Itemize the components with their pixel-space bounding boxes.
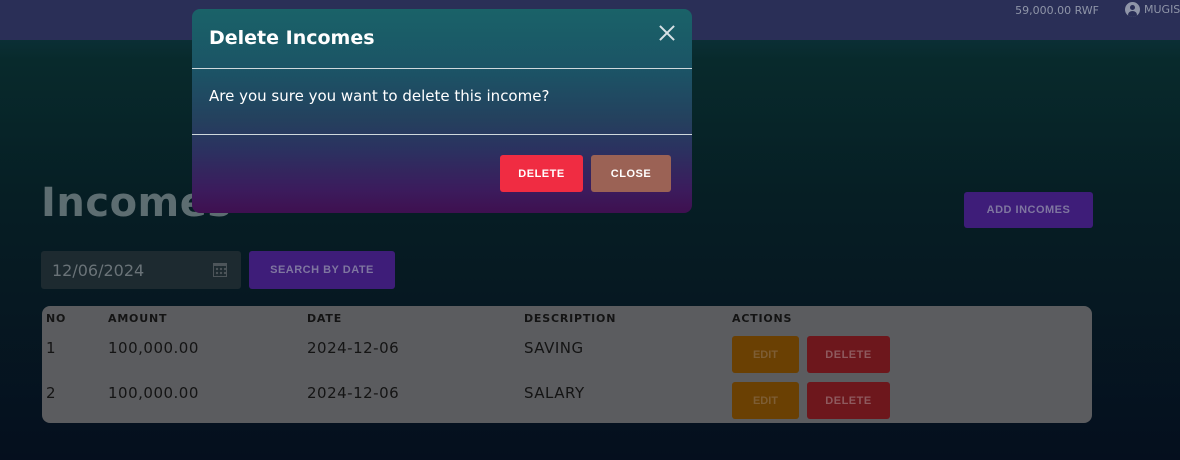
modal-title: Delete Incomes bbox=[209, 27, 375, 49]
modal-message: Are you sure you want to delete this inc… bbox=[209, 87, 550, 105]
confirm-delete-button[interactable]: DELETE bbox=[500, 155, 583, 192]
close-icon[interactable] bbox=[657, 23, 677, 43]
delete-confirm-modal: Delete Incomes Are you sure you want to … bbox=[192, 9, 692, 213]
close-button[interactable]: CLOSE bbox=[591, 155, 671, 192]
modal-header: Delete Incomes bbox=[192, 9, 692, 69]
modal-body: Are you sure you want to delete this inc… bbox=[192, 69, 692, 135]
